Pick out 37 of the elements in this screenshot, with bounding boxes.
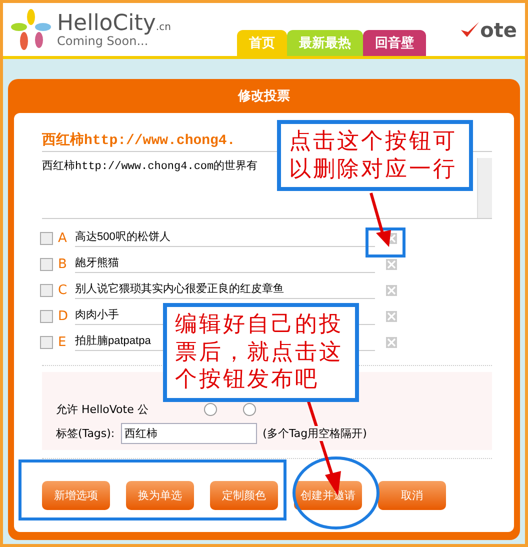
- annotation-tooltip: 点击这个按钮可以删除对应一行: [277, 120, 473, 191]
- nav-tab[interactable]: 首页: [236, 30, 287, 56]
- nav-tab[interactable]: 回音壁: [362, 30, 426, 56]
- annotation-tooltip: 编辑好自己的投票后，就点击这个按钮发布吧: [163, 303, 359, 402]
- tags-hint: (多个Tag用空格隔开): [262, 426, 367, 441]
- logo-tagline: Coming Soon...: [57, 34, 148, 46]
- action-button[interactable]: 换为单选: [126, 481, 194, 510]
- nav-tab[interactable]: 最新最热: [286, 30, 363, 56]
- arrow: [370, 192, 391, 247]
- flower-logo-icon: [11, 8, 51, 50]
- logo-text: HelloCity: [57, 10, 156, 36]
- option-field[interactable]: 别人说它猥琐其实内心很爱正良的红皮章鱼: [75, 281, 375, 299]
- option-letter: E: [58, 334, 68, 350]
- radio-button[interactable]: [243, 403, 256, 416]
- checkmark-icon: [460, 20, 480, 40]
- option-field[interactable]: 龅牙熊猫: [75, 255, 375, 273]
- public-label: 允许 HelloVote 公: [56, 402, 148, 417]
- vote-logo-text: ote: [480, 18, 517, 42]
- option-checkbox[interactable]: [40, 232, 53, 244]
- radio-button[interactable]: [204, 403, 218, 416]
- option-field[interactable]: 高达500呎的松饼人: [75, 229, 375, 247]
- highlight-frame: [366, 228, 406, 258]
- option-checkbox[interactable]: [40, 258, 53, 270]
- option-checkbox[interactable]: [40, 336, 53, 348]
- action-button[interactable]: 新增选项: [42, 481, 110, 510]
- option-letter: B: [58, 256, 68, 272]
- tags-label: 标签(Tags):: [56, 426, 115, 441]
- option-letter: C: [58, 282, 68, 298]
- option-checkbox[interactable]: [40, 284, 53, 296]
- panel-title: 修改投票: [236, 88, 291, 106]
- logo-suffix: .cn: [156, 22, 171, 32]
- action-button[interactable]: 取消: [378, 481, 446, 510]
- action-button[interactable]: 定制颜色: [210, 481, 278, 510]
- option-checkbox[interactable]: [40, 310, 53, 322]
- option-letter: A: [58, 230, 68, 246]
- option-letter: D: [58, 308, 70, 324]
- tags-field[interactable]: 西红柿: [120, 423, 257, 444]
